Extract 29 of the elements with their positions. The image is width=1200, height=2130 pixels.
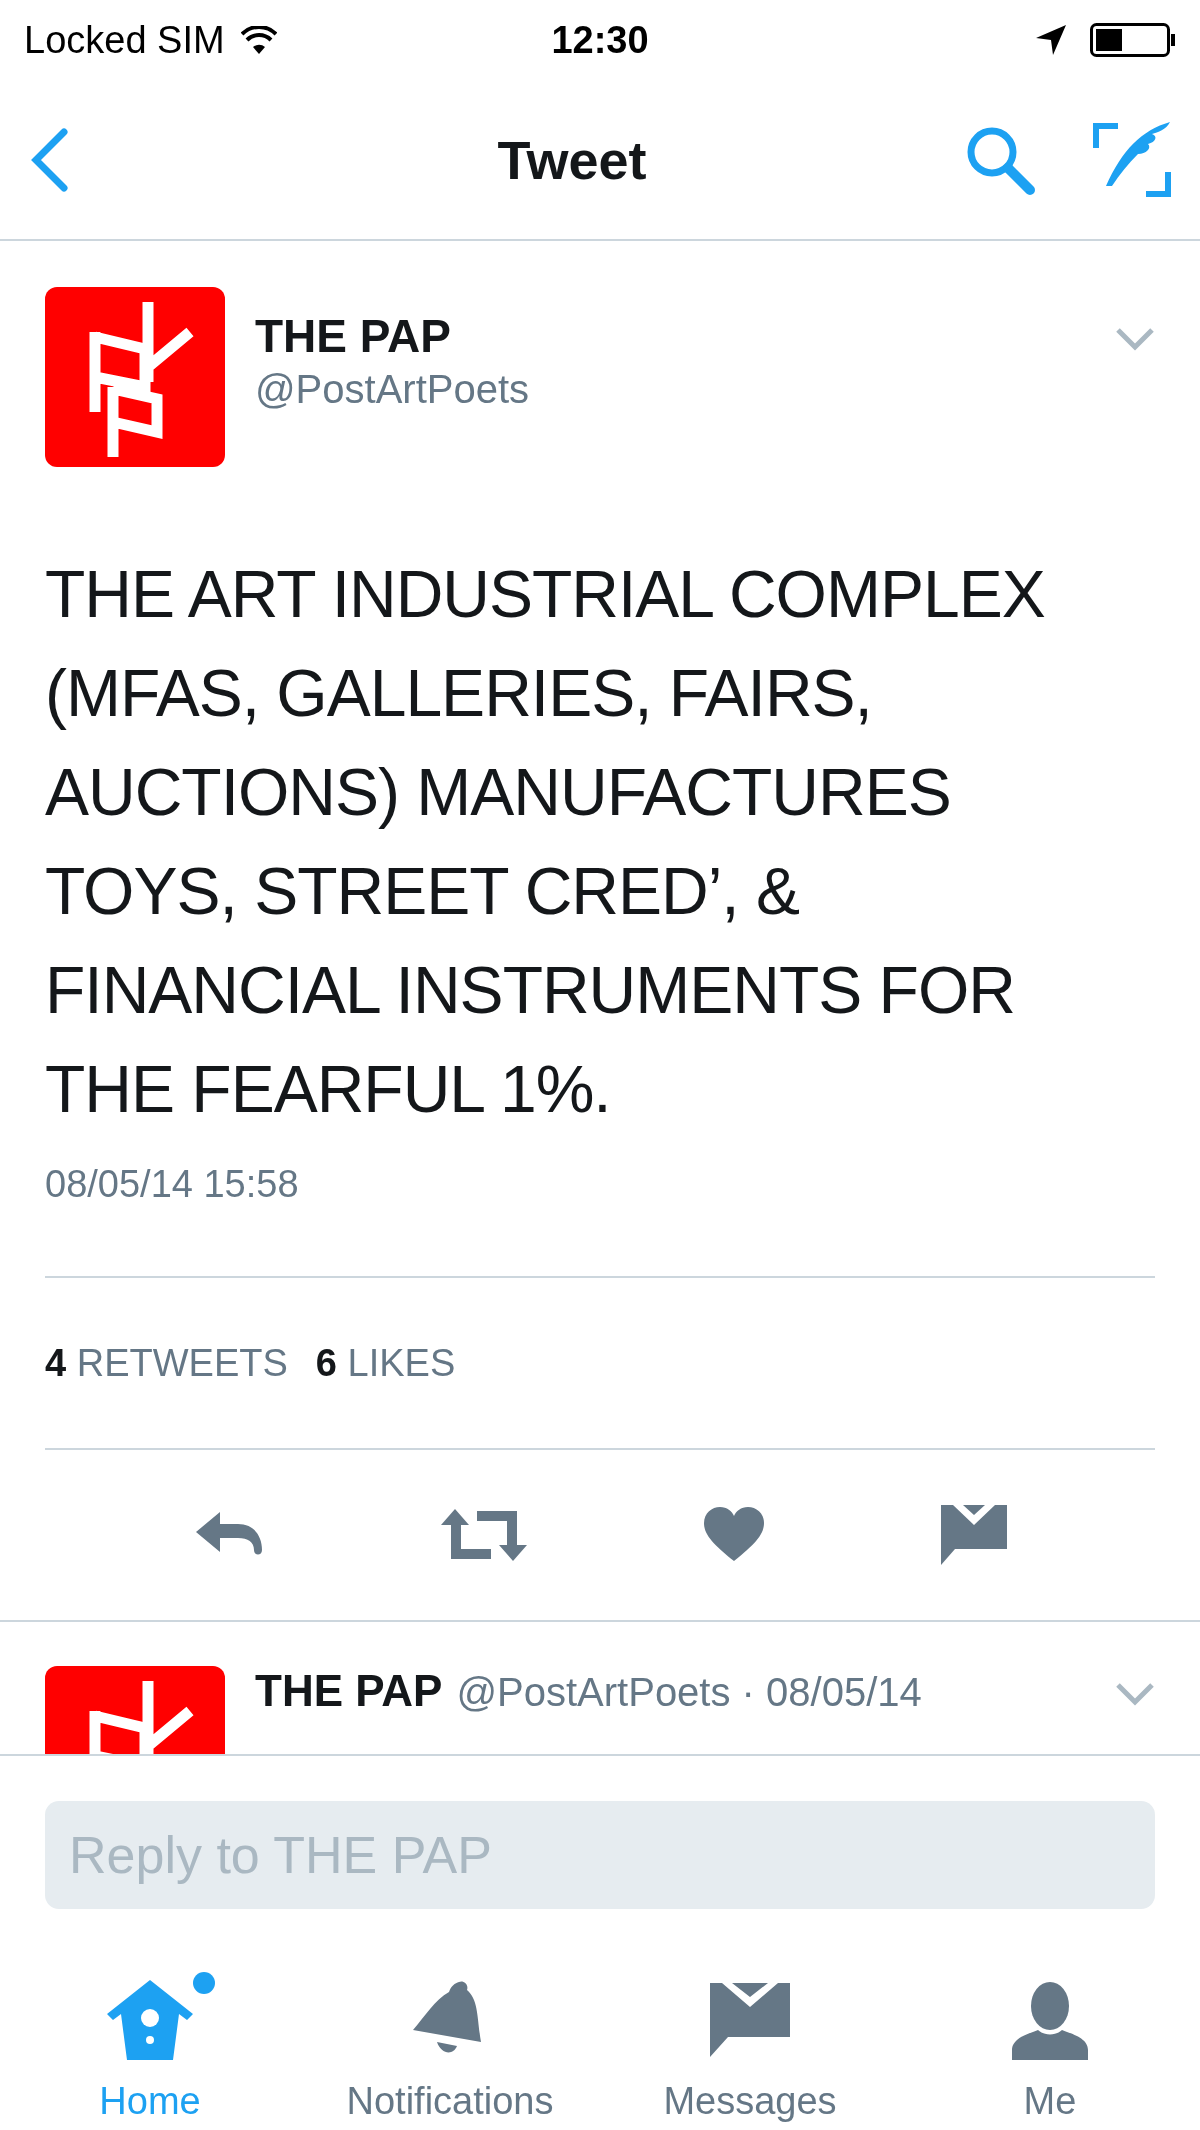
back-button[interactable] (30, 127, 70, 192)
tweet-text: THE ART INDUSTRIAL COMPLEX (MFAS, GALLERIES, FAIRS, AUCTIONS) MANUFACTURES TOYS, STREET CRED’, & FINANCIAL INSTRUMENTS FOR THE FEARFUL 1%. (45, 556, 1046, 1128)
battery-icon (1090, 23, 1176, 57)
tab-bar-item[interactable]: Me (900, 1944, 1200, 2130)
wifi-icon (240, 26, 277, 54)
tab-bar-item[interactable]: Home (0, 1944, 300, 2130)
stat-count[interactable]: 4 RETWEETS (45, 1341, 288, 1385)
heart-icon[interactable] (703, 1507, 764, 1563)
stat-count[interactable]: 6 LIKES (315, 1341, 456, 1385)
tweet-timestamp: 08/05/14 15:58 (45, 1163, 300, 1206)
tab-bar-item[interactable]: Notifications (300, 1944, 600, 2130)
author-name: THE PAP (255, 309, 452, 363)
house-icon (107, 1980, 193, 2060)
reply-field[interactable]: Reply to THE PAP (45, 1801, 1155, 1909)
chevron-down-button[interactable] (1115, 327, 1155, 351)
tab-bar-item[interactable]: Messages (600, 1944, 900, 2130)
location-arrow-icon (1036, 25, 1066, 55)
person-icon (1012, 1980, 1088, 2060)
message-icon (710, 1983, 790, 2057)
tweet-meta: @PostArtPoets · 08/05/14 (456, 1670, 923, 1715)
chevron-down-icon[interactable] (1115, 1682, 1155, 1706)
clock-time: 12:30 (551, 18, 649, 62)
screen-title: Tweet (496, 128, 648, 191)
author-name: THE PAP (255, 1666, 443, 1716)
message-icon[interactable] (940, 1505, 1007, 1565)
retweet-icon[interactable] (440, 1507, 527, 1563)
carrier-label: Locked SIM (24, 18, 225, 62)
compose-button[interactable] (1092, 119, 1172, 200)
author-handle: @PostArtPoets (255, 367, 531, 412)
